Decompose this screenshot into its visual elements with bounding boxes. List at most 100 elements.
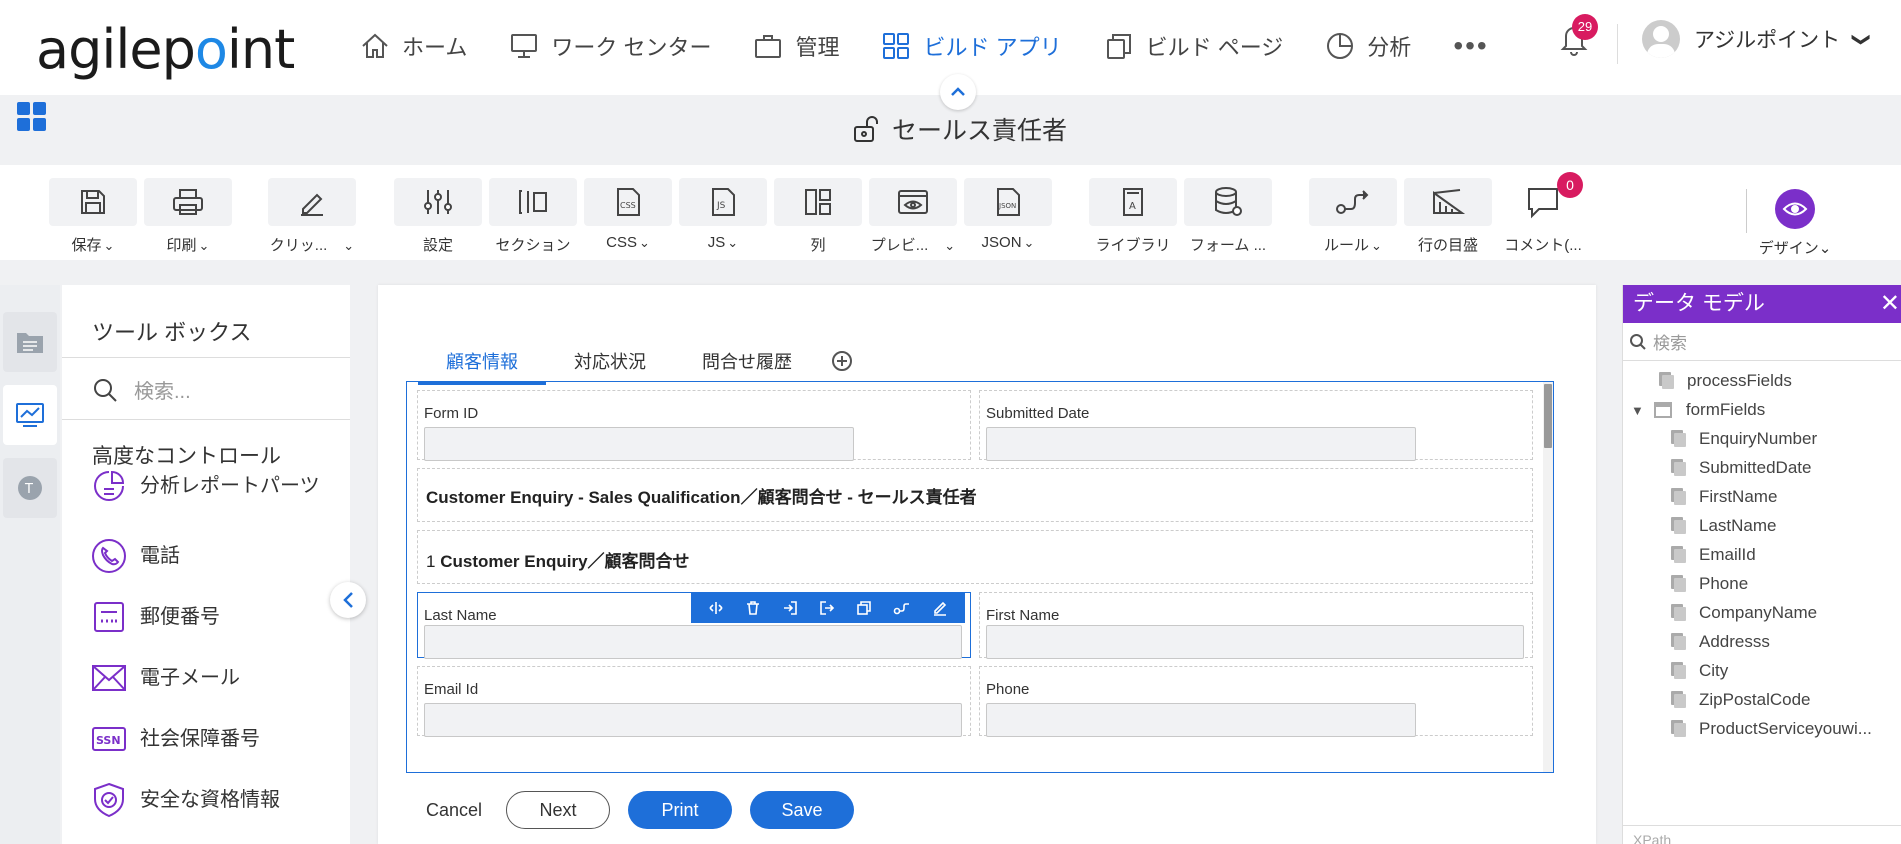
submitted-date-control[interactable]: Submitted Date xyxy=(979,390,1533,461)
scrollbar-thumb[interactable] xyxy=(1544,384,1552,448)
ruler-button[interactable]: 行の目盛 xyxy=(1404,178,1492,255)
tree-item-field[interactable]: SubmittedDate xyxy=(1669,458,1811,478)
email-id-control[interactable]: Email Id xyxy=(417,666,971,737)
toolbox-category-advanced[interactable]: 高度なコントロール xyxy=(92,440,281,470)
data-model-search-input[interactable]: 検索 xyxy=(1653,329,1687,354)
field-icon xyxy=(1669,517,1686,535)
nav-build-pages[interactable]: ビルド ページ xyxy=(1104,30,1283,62)
toolbox-item-postal-code[interactable]: 郵便番号 xyxy=(90,598,330,636)
last-name-input[interactable] xyxy=(424,625,962,659)
collapse-header-button[interactable] xyxy=(940,74,976,110)
section-heading-control[interactable]: 1 Customer Enquiry／顧客問合せ xyxy=(417,530,1533,584)
section-button[interactable]: セクション xyxy=(489,178,577,255)
notifications-button[interactable]: 29 xyxy=(1560,14,1598,61)
unlock-icon[interactable] xyxy=(852,114,880,144)
first-name-control[interactable]: First Name xyxy=(979,592,1533,659)
preview-menu-button[interactable]: プレビ... ⌄ xyxy=(869,178,957,255)
save-button[interactable]: Save xyxy=(750,791,855,829)
chevron-down-icon: ⌄ xyxy=(1371,238,1382,253)
resize-icon[interactable] xyxy=(708,600,724,616)
tree-item-field[interactable]: Phone xyxy=(1669,574,1748,594)
toolbox-search[interactable]: 検索... xyxy=(92,375,191,404)
field-icon xyxy=(1669,546,1686,564)
phone-control[interactable]: Phone xyxy=(979,666,1533,737)
form-id-input[interactable] xyxy=(424,427,854,461)
rail-themes-button[interactable]: T xyxy=(3,458,57,518)
expand-triangle-icon[interactable]: ▼ xyxy=(1631,403,1644,418)
add-tab-icon[interactable] xyxy=(832,351,852,371)
toolbox-item-report-parts[interactable]: 分析レポートパーツ xyxy=(90,467,330,505)
move-in-icon[interactable] xyxy=(782,600,798,616)
next-button[interactable]: Next xyxy=(506,791,611,829)
css-menu-button[interactable]: CSS CSS ⌄ xyxy=(584,178,672,251)
last-name-control[interactable]: Last Name xyxy=(417,592,971,659)
nav-home[interactable]: ホーム xyxy=(360,30,467,62)
tree-item-field[interactable]: City xyxy=(1669,661,1728,681)
nav-build-apps[interactable]: ビルド アプリ xyxy=(881,30,1062,62)
form-heading-control[interactable]: Customer Enquiry - Sales Qualification／顧… xyxy=(417,468,1533,522)
tree-item-process-fields[interactable]: processFields xyxy=(1657,371,1792,391)
rule-icon[interactable] xyxy=(893,600,911,616)
edit-icon[interactable] xyxy=(932,600,948,616)
cancel-button[interactable]: Cancel xyxy=(426,800,482,821)
tree-item-field[interactable]: CompanyName xyxy=(1669,603,1817,623)
settings-button[interactable]: 設定 xyxy=(394,178,482,255)
tab-status[interactable]: 対応状況 xyxy=(546,345,674,385)
toolbox-item-phone[interactable]: 電話 xyxy=(90,537,330,575)
form-id-label: Form ID xyxy=(424,405,479,422)
tree-item-field[interactable]: FirstName xyxy=(1669,487,1777,507)
form-data-button[interactable]: フォーム ... xyxy=(1184,178,1272,255)
print-button[interactable]: Print xyxy=(628,791,733,829)
tree-item-form-fields[interactable]: ▼ formFields xyxy=(1631,400,1765,420)
rail-forms-button[interactable] xyxy=(3,312,57,372)
toolbox-search-input[interactable]: 検索... xyxy=(134,375,191,404)
form-scrollbar[interactable] xyxy=(1543,382,1553,772)
tree-item-field[interactable]: EmailId xyxy=(1669,545,1756,565)
tree-item-field[interactable]: ZipPostalCode xyxy=(1669,690,1811,710)
toolbox-item-label: 分析レポートパーツ xyxy=(140,475,320,497)
rail-toolbox-button[interactable] xyxy=(3,385,57,445)
phone-input[interactable] xyxy=(986,703,1416,737)
clipboard-menu-button[interactable]: クリッ... ⌄ xyxy=(268,178,356,255)
form-designer-toolbar: 保存 ⌄ 印刷 ⌄ クリッ... ⌄ 設定 セクション CSS CSS ⌄ JS JS ⌄… xyxy=(0,165,1901,260)
page-title: セールス責任者 xyxy=(852,111,1067,147)
email-id-input[interactable] xyxy=(424,703,962,737)
chevron-down-icon: ⌄ xyxy=(1818,240,1832,257)
save-menu-button[interactable]: 保存 ⌄ xyxy=(49,178,137,255)
collapse-toolbox-button[interactable] xyxy=(330,582,366,618)
toolbox-item-secure-credential[interactable]: 安全な資格情報 xyxy=(90,781,330,819)
first-name-input[interactable] xyxy=(986,625,1524,659)
nav-work-center[interactable]: ワーク センター xyxy=(509,30,711,62)
tab-enquiry-history[interactable]: 問合せ履歴 xyxy=(674,345,820,385)
tree-item-field[interactable]: LastName xyxy=(1669,516,1776,536)
toolbox-item-email[interactable]: 電子メール xyxy=(90,659,330,697)
tree-item-field[interactable]: ProductServiceyouwi... xyxy=(1669,719,1872,739)
js-menu-button[interactable]: JS JS ⌄ xyxy=(679,178,767,251)
trash-icon[interactable] xyxy=(745,600,761,616)
submitted-date-input[interactable] xyxy=(986,427,1416,461)
data-model-search[interactable]: 検索 xyxy=(1623,323,1901,361)
copy-icon[interactable] xyxy=(856,600,872,616)
library-button[interactable]: A ライブラリ xyxy=(1089,178,1177,255)
user-menu[interactable]: アジルポイント ❯ xyxy=(1642,20,1872,58)
toolbox-item-ssn[interactable]: SSN 社会保障番号 xyxy=(90,720,330,758)
tree-item-field[interactable]: EnquiryNumber xyxy=(1669,429,1817,449)
app-launcher-icon[interactable] xyxy=(16,101,48,138)
comments-button[interactable]: 0 コメント(... xyxy=(1499,172,1587,255)
more-menu-icon[interactable]: ••• xyxy=(1453,30,1488,62)
move-out-icon[interactable] xyxy=(819,600,835,616)
rules-menu-button[interactable]: ルール ⌄ xyxy=(1309,178,1397,255)
nav-manage[interactable]: 管理 xyxy=(753,30,839,62)
nav-analytics[interactable]: 分析 xyxy=(1325,30,1411,62)
agilepoint-logo[interactable]: agilepoint xyxy=(36,18,295,81)
form-id-control[interactable]: Form ID xyxy=(417,390,971,461)
xpath-bar: XPath xyxy=(1623,825,1901,844)
columns-button[interactable]: 列 xyxy=(774,178,862,255)
close-icon[interactable]: ✕ xyxy=(1880,291,1900,317)
tree-item-field[interactable]: Addresss xyxy=(1669,632,1770,652)
chevron-up-icon xyxy=(951,87,965,96)
tab-customer-info[interactable]: 顧客情報 xyxy=(418,345,546,385)
design-menu-button[interactable]: デザイン⌄ xyxy=(1750,189,1840,258)
json-menu-button[interactable]: JSON JSON ⌄ xyxy=(964,178,1052,251)
print-menu-button[interactable]: 印刷 ⌄ xyxy=(144,178,232,255)
